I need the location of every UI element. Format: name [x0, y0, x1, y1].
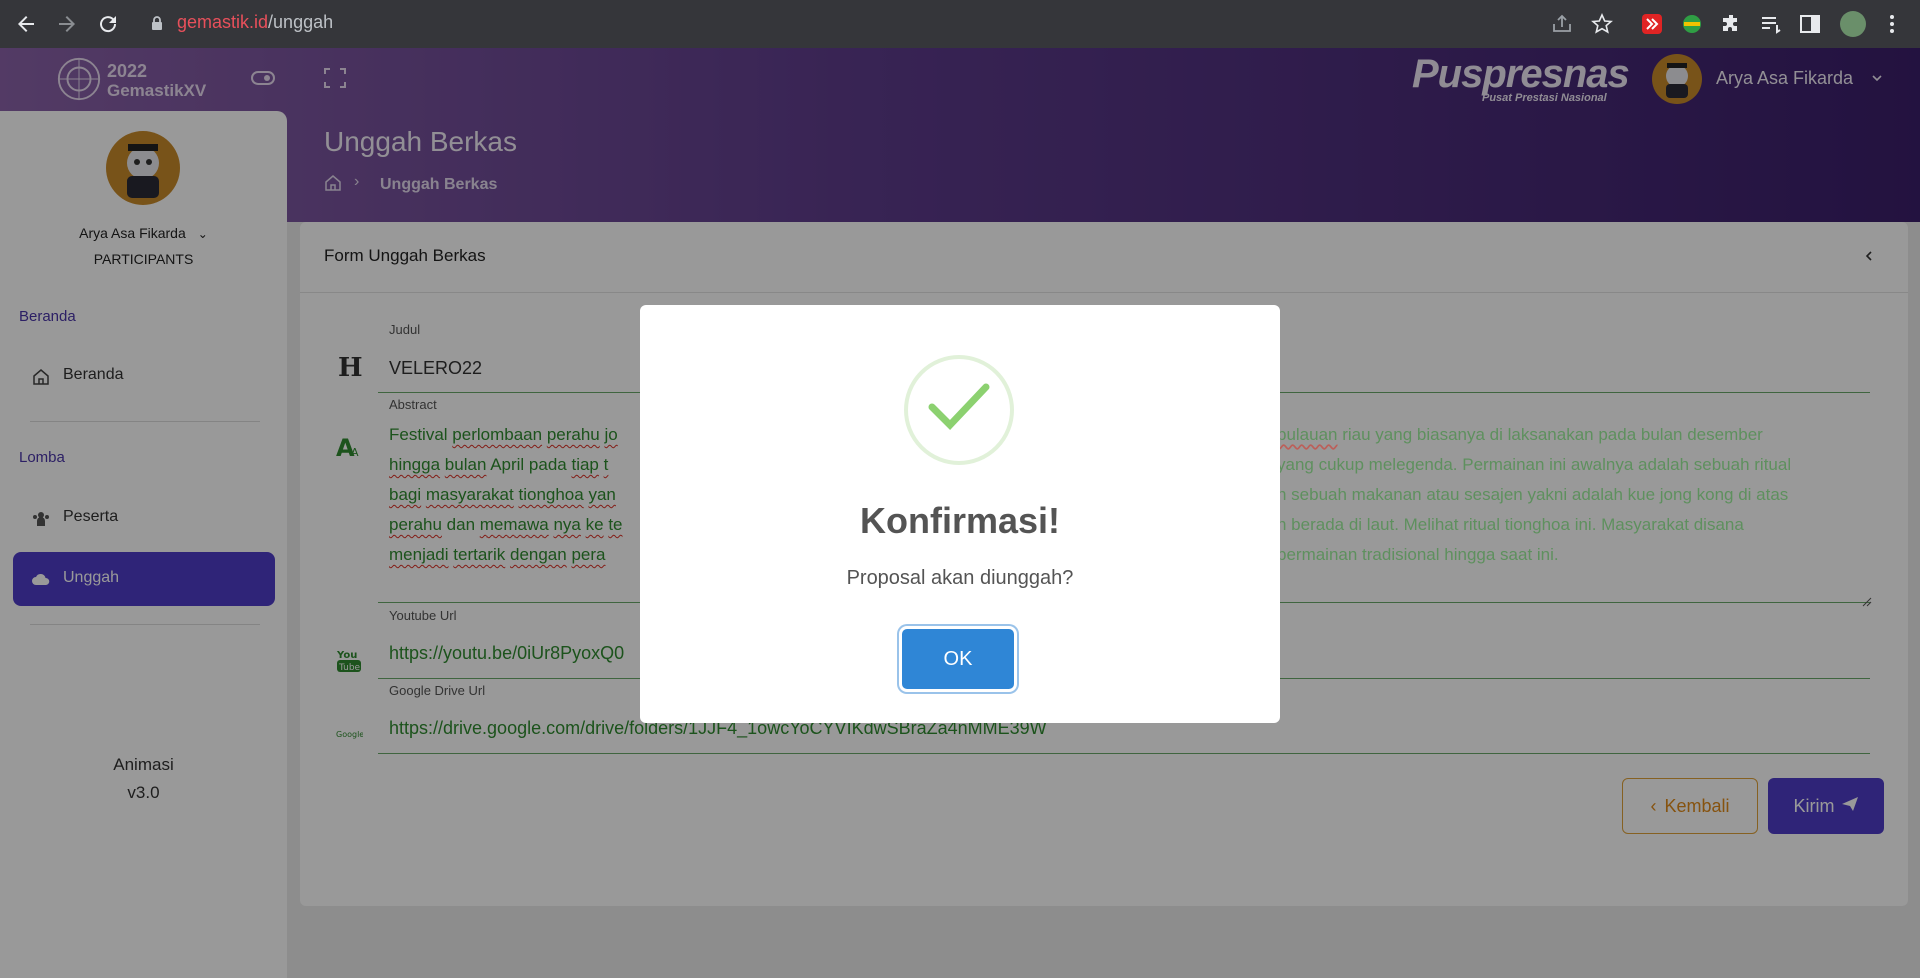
abstract-visible-right: pulauan riau yang biasanya di laksanakan…	[1277, 425, 1792, 564]
dialog-message: Proposal akan diunggah?	[846, 567, 1074, 589]
kebab-menu-icon[interactable]	[1880, 12, 1904, 36]
success-check-icon	[904, 355, 1014, 465]
address-bar[interactable]: gemastik.id/unggah	[177, 12, 333, 33]
reload-icon[interactable]	[96, 12, 120, 36]
ok-button[interactable]: OK	[902, 629, 1014, 689]
back-arrow-icon[interactable]	[14, 12, 38, 36]
forward-arrow-icon[interactable]	[55, 12, 79, 36]
url-path: /unggah	[268, 12, 334, 32]
sidepanel-icon[interactable]	[1798, 12, 1822, 36]
url-host: gemastik.id	[177, 12, 269, 32]
star-icon[interactable]	[1590, 12, 1614, 36]
lock-icon[interactable]	[150, 15, 164, 31]
puzzle-icon[interactable]	[1719, 12, 1743, 36]
confirm-dialog: Konfirmasi! Proposal akan diunggah? OK	[640, 305, 1280, 723]
extension-red-icon[interactable]	[1640, 12, 1664, 36]
extension-globe-icon[interactable]	[1680, 12, 1704, 36]
browser-toolbar: gemastik.id/unggah	[0, 0, 1920, 48]
share-icon[interactable]	[1550, 12, 1574, 36]
dialog-title: Konfirmasi!	[859, 500, 1061, 541]
media-queue-icon[interactable]	[1759, 12, 1783, 36]
profile-avatar-icon[interactable]	[1840, 11, 1866, 37]
